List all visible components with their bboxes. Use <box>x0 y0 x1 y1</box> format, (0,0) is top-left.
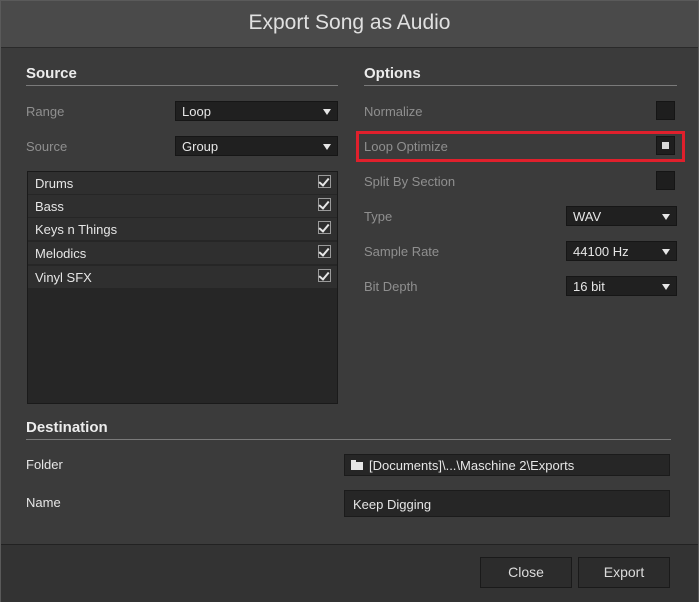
name-label: Name <box>26 495 61 510</box>
sample-rate-dropdown[interactable]: 44100 Hz <box>566 241 677 261</box>
group-checkbox[interactable] <box>318 269 331 282</box>
group-name: Keys n Things <box>35 222 118 237</box>
source-divider <box>26 85 338 86</box>
dropdown-arrow-icon <box>662 249 670 255</box>
folder-path: [Documents]\...\Maschine 2\Exports <box>369 458 575 473</box>
list-item[interactable]: Keys n Things <box>28 218 337 241</box>
list-item[interactable]: Bass <box>28 195 337 218</box>
check-icon <box>318 269 330 281</box>
check-icon <box>318 198 330 210</box>
export-button[interactable]: Export <box>578 557 670 588</box>
group-name: Vinyl SFX <box>35 270 92 285</box>
destination-heading: Destination <box>26 419 108 436</box>
bit-depth-label: Bit Depth <box>364 279 418 294</box>
dropdown-arrow-icon <box>323 109 331 115</box>
group-list: Drums Bass Keys n Things Melodics Vinyl … <box>27 171 338 404</box>
split-by-section-label: Split By Section <box>364 174 456 189</box>
folder-icon <box>351 460 363 470</box>
range-dropdown[interactable]: Loop <box>175 101 338 121</box>
source-heading: Source <box>26 65 77 82</box>
loop-optimize-highlight <box>356 131 685 162</box>
name-value: Keep Digging <box>353 497 432 512</box>
options-heading: Options <box>364 65 421 82</box>
group-name: Bass <box>35 199 64 214</box>
sample-rate-label: Sample Rate <box>364 244 440 259</box>
dropdown-arrow-icon <box>662 214 670 220</box>
split-by-section-checkbox[interactable] <box>656 171 675 190</box>
title-bar: Export Song as Audio <box>1 1 698 48</box>
dropdown-arrow-icon <box>323 144 331 150</box>
normalize-checkbox[interactable] <box>656 101 675 120</box>
type-dropdown[interactable]: WAV <box>566 206 677 226</box>
list-item[interactable]: Vinyl SFX <box>28 266 337 289</box>
bit-depth-value: 16 bit <box>573 279 605 294</box>
source-dropdown[interactable]: Group <box>175 136 338 156</box>
check-icon <box>318 245 330 257</box>
check-icon <box>318 221 330 233</box>
group-checkbox[interactable] <box>318 198 331 211</box>
source-value: Group <box>182 139 219 154</box>
range-label: Range <box>26 104 65 119</box>
close-button[interactable]: Close <box>480 557 572 588</box>
dialog-title: Export Song as Audio <box>248 11 451 34</box>
list-item[interactable]: Melodics <box>28 242 337 265</box>
destination-divider <box>26 439 671 440</box>
dialog-footer: Close Export <box>1 544 698 602</box>
type-value: WAV <box>573 209 602 224</box>
name-input[interactable]: Keep Digging <box>344 490 670 517</box>
group-name: Melodics <box>35 246 87 261</box>
folder-field[interactable]: [Documents]\...\Maschine 2\Exports <box>344 454 670 476</box>
folder-label: Folder <box>26 457 63 472</box>
type-label: Type <box>364 209 393 224</box>
sample-rate-value: 44100 Hz <box>573 244 629 259</box>
range-value: Loop <box>182 104 211 119</box>
group-checkbox[interactable] <box>318 245 331 258</box>
options-divider <box>364 85 677 86</box>
group-checkbox[interactable] <box>318 175 331 188</box>
dropdown-arrow-icon <box>662 284 670 290</box>
normalize-label: Normalize <box>364 104 423 119</box>
list-item[interactable]: Drums <box>28 172 337 195</box>
export-dialog: Export Song as Audio Source Range Loop S… <box>0 0 699 602</box>
bit-depth-dropdown[interactable]: 16 bit <box>566 276 677 296</box>
check-icon <box>318 175 330 187</box>
group-name: Drums <box>35 176 74 191</box>
group-checkbox[interactable] <box>318 221 331 234</box>
source-label: Source <box>26 139 68 154</box>
